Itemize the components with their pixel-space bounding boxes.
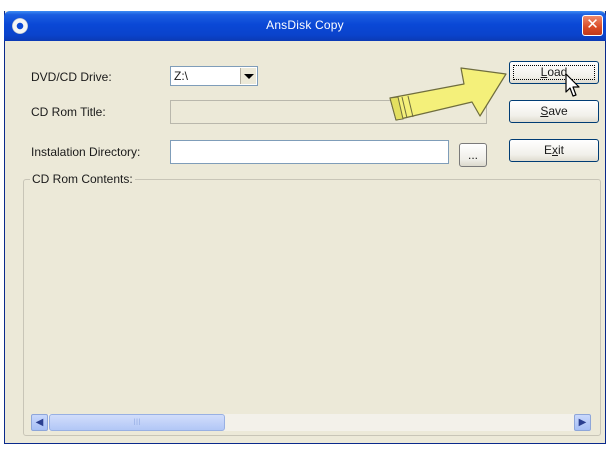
cd-contents-title: CD Rom Contents: xyxy=(30,172,135,186)
chevron-down-icon[interactable] xyxy=(240,68,256,84)
install-dir-input[interactable] xyxy=(170,140,449,164)
pointer-arrow-annotation xyxy=(389,67,507,121)
install-dir-label: Instalation Directory: xyxy=(31,145,141,159)
exit-button[interactable]: Exit xyxy=(509,139,599,162)
cd-contents-group xyxy=(23,179,601,436)
drive-label: DVD/CD Drive: xyxy=(31,70,112,84)
close-icon: ✕ xyxy=(586,16,599,33)
save-button-rest: ave xyxy=(548,104,568,118)
exit-button-rest: it xyxy=(558,143,564,157)
load-button[interactable]: Load xyxy=(509,61,599,84)
title-bar[interactable]: AnsDisk Copy ✕ xyxy=(4,11,606,41)
scroll-left-icon[interactable]: ◀ xyxy=(31,414,48,431)
scroll-thumb-grip: III xyxy=(133,417,141,427)
load-button-accel: L xyxy=(540,65,548,79)
scroll-right-icon[interactable]: ▶ xyxy=(574,414,591,431)
save-button[interactable]: Save xyxy=(509,100,599,123)
drive-select-value: Z:\ xyxy=(174,69,188,83)
close-button[interactable]: ✕ xyxy=(582,15,603,36)
window-title: AnsDisk Copy xyxy=(266,18,344,32)
mouse-cursor-icon xyxy=(565,73,580,97)
arrow-shape xyxy=(389,67,507,121)
exit-button-prefix: E xyxy=(543,143,552,157)
browse-button[interactable]: ... xyxy=(459,143,487,167)
scroll-thumb[interactable]: III xyxy=(49,414,225,431)
cd-title-label: CD Rom Title: xyxy=(31,105,106,119)
horizontal-scrollbar[interactable]: ◀ III ▶ xyxy=(31,414,591,431)
drive-select[interactable]: Z:\ xyxy=(170,66,258,86)
